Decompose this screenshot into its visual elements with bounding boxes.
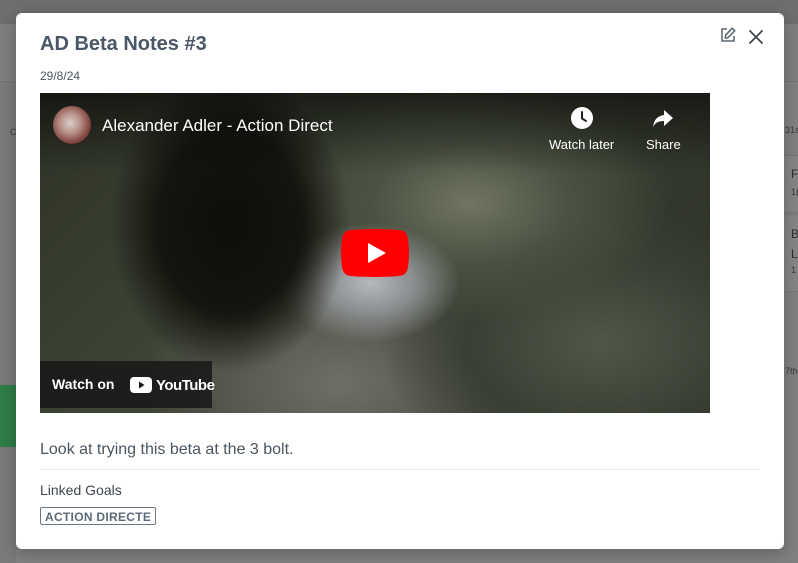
background-text: 7th <box>785 366 798 376</box>
play-icon <box>341 229 409 277</box>
close-button[interactable] <box>747 28 765 46</box>
background-card <box>784 155 798 213</box>
background-text: B <box>791 227 798 241</box>
share-label: Share <box>646 137 681 152</box>
edit-button[interactable] <box>719 26 737 44</box>
background-text: F <box>791 167 798 181</box>
background-text: 31s <box>785 125 798 135</box>
note-modal: AD Beta Notes #3 29/8/24 Alexander Adler… <box>16 13 784 549</box>
background-left-column <box>0 82 16 563</box>
watch-on-youtube-button[interactable]: Watch on YouTube <box>40 361 215 408</box>
youtube-logo: YouTube <box>130 375 215 395</box>
background-add-button <box>0 385 16 447</box>
background-text: 1( <box>791 187 798 197</box>
channel-avatar[interactable] <box>52 105 92 145</box>
clock-icon <box>570 107 593 129</box>
share-button[interactable]: Share <box>646 105 681 152</box>
youtube-wordmark: YouTube <box>156 376 215 394</box>
background-text: L <box>791 247 798 261</box>
share-arrow-icon <box>653 110 674 127</box>
linked-goals-heading: Linked Goals <box>40 482 122 498</box>
divider <box>40 469 760 470</box>
watch-later-button[interactable]: Watch later <box>549 105 614 152</box>
edit-icon <box>721 27 736 42</box>
note-body: Look at trying this beta at the 3 bolt. <box>40 441 294 458</box>
linked-goal-tag[interactable]: ACTION DIRECTE <box>40 507 157 525</box>
watch-on-label: Watch on <box>52 376 115 392</box>
video-embed[interactable]: Alexander Adler - Action Direct Watch la… <box>40 93 710 413</box>
background-text: 1 <box>791 265 797 275</box>
youtube-play-icon <box>130 377 152 393</box>
play-button[interactable] <box>341 229 409 277</box>
close-icon <box>749 30 763 44</box>
note-date: 29/8/24 <box>40 69 81 83</box>
modal-title: AD Beta Notes #3 <box>40 33 207 55</box>
watch-later-label: Watch later <box>549 137 615 152</box>
video-title[interactable]: Alexander Adler - Action Direct <box>102 116 333 136</box>
